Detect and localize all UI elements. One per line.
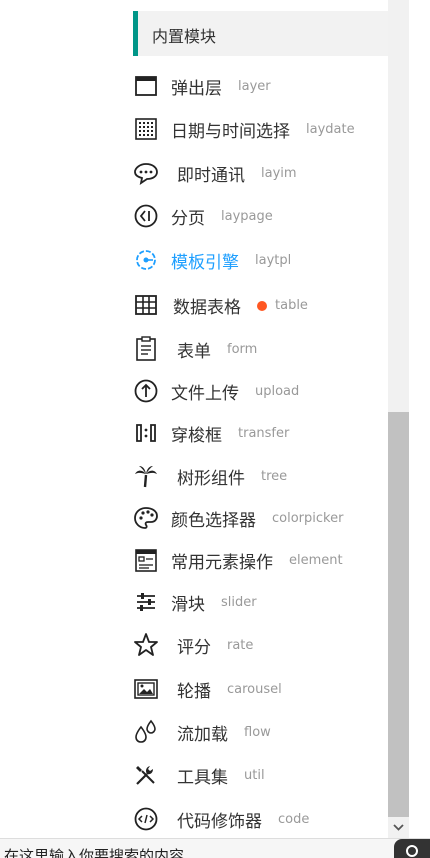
nav-item-module-name: rate [227,638,254,653]
side-nav-panel: 内置模块 弹出层 layer 日期与时间选择 laydate 即时通讯 layim 分页 la… [0,0,388,838]
image-carousel-icon [133,676,159,702]
calendar-icon [133,116,159,142]
nav-item-label: 表单 [177,342,211,362]
scroll-down-arrow-icon[interactable] [388,817,409,838]
nav-item-module-name: layim [261,166,297,181]
code-icon [133,806,159,832]
nav-item-util[interactable]: 工具集 util [133,759,383,789]
nav-item-module-name: colorpicker [272,511,344,526]
nav-item-label: 即时通讯 [177,166,245,186]
transfer-icon [133,420,159,446]
nav-item-module-name: upload [255,384,300,399]
nav-item-label: 滑块 [171,595,205,615]
nav-item-transfer[interactable]: 穿梭框 transfer [133,417,383,447]
nav-item-label: 代码修饰器 [177,812,262,832]
nav-item-label: 模板引擎 [171,253,239,273]
nav-item-laypage[interactable]: 分页 laypage [133,200,383,230]
table-grid-icon [133,292,159,318]
nav-item-colorpicker[interactable]: 颜色选择器 colorpicker [133,502,383,532]
nav-item-carousel[interactable]: 轮播 carousel [133,673,383,703]
nav-item-module-name: flow [244,725,271,740]
nav-item-module-name: transfer [238,426,290,441]
nav-item-layim[interactable]: 即时通讯 layim [133,157,383,187]
nav-item-module-name: table [275,298,308,313]
nav-item-rate[interactable]: 评分 rate [133,629,383,659]
search-icon[interactable] [394,839,430,858]
nav-item-element[interactable]: 常用元素操作 element [133,544,383,574]
nav-item-module-name: tree [261,469,288,484]
palette-icon [133,505,159,531]
nav-item-form[interactable]: 表单 form [133,333,383,363]
nav-item-tree[interactable]: 树形组件 tree [133,460,383,490]
tools-icon [133,762,159,788]
section-title: 内置模块 [152,27,217,46]
nav-item-label: 文件上传 [171,384,239,404]
nav-item-code[interactable]: 代码修饰器 code [133,803,383,833]
nav-item-module-name: laytpl [255,253,292,268]
form-clipboard-icon [133,336,159,362]
scrollbar-thumb[interactable] [388,412,409,817]
window-icon [133,73,159,99]
nav-item-module-name: element [289,553,343,568]
nav-item-label: 弹出层 [171,79,222,99]
nav-item-module-name: slider [221,595,257,610]
search-bar[interactable]: 在这里输入你要搜索的内容 [0,838,430,858]
nav-item-label: 树形组件 [177,469,245,489]
nav-item-table[interactable]: 数据表格 table [133,289,383,319]
nav-item-laytpl[interactable]: 模板引擎 laytpl [133,244,383,274]
slider-icon [133,589,159,615]
nav-item-slider[interactable]: 滑块 slider [133,586,383,616]
nav-item-label: 数据表格 [173,298,241,318]
chat-bubble-icon [133,160,159,186]
nav-item-upload[interactable]: 文件上传 upload [133,375,383,405]
nav-item-module-name: carousel [227,682,282,697]
upload-arrow-icon [133,378,159,404]
nav-item-label: 分页 [171,209,205,229]
nav-item-laydate[interactable]: 日期与时间选择 laydate [133,113,383,143]
nav-item-label: 常用元素操作 [171,553,273,573]
nav-item-label: 轮播 [177,682,211,702]
nav-item-label: 流加载 [177,725,228,745]
nav-item-module-name: laypage [221,209,273,224]
nav-item-module-name: laydate [306,122,355,137]
scrollbar[interactable] [388,0,409,838]
nav-item-module-name: code [278,812,310,827]
element-doc-icon [133,547,159,573]
search-hint: 在这里输入你要搜索的内容 [4,847,185,858]
drops-icon [133,719,159,745]
nav-item-label: 穿梭框 [171,426,222,446]
nav-item-module-name: util [244,768,265,783]
nav-item-label: 日期与时间选择 [171,122,290,142]
template-gear-icon [133,247,159,273]
page-prev-icon [133,203,159,229]
section-header: 内置模块 [133,11,388,56]
nav-item-flow[interactable]: 流加载 flow [133,716,383,746]
nav-item-label: 颜色选择器 [171,511,256,531]
palm-tree-icon [133,463,159,489]
nav-item-module-name: form [227,342,258,357]
nav-item-label: 工具集 [177,768,228,788]
star-icon [133,632,159,658]
nav-item-label: 评分 [177,638,211,658]
nav-item-module-name: layer [238,79,271,94]
nav-item-layer[interactable]: 弹出层 layer [133,70,383,100]
new-badge-dot [257,301,267,311]
